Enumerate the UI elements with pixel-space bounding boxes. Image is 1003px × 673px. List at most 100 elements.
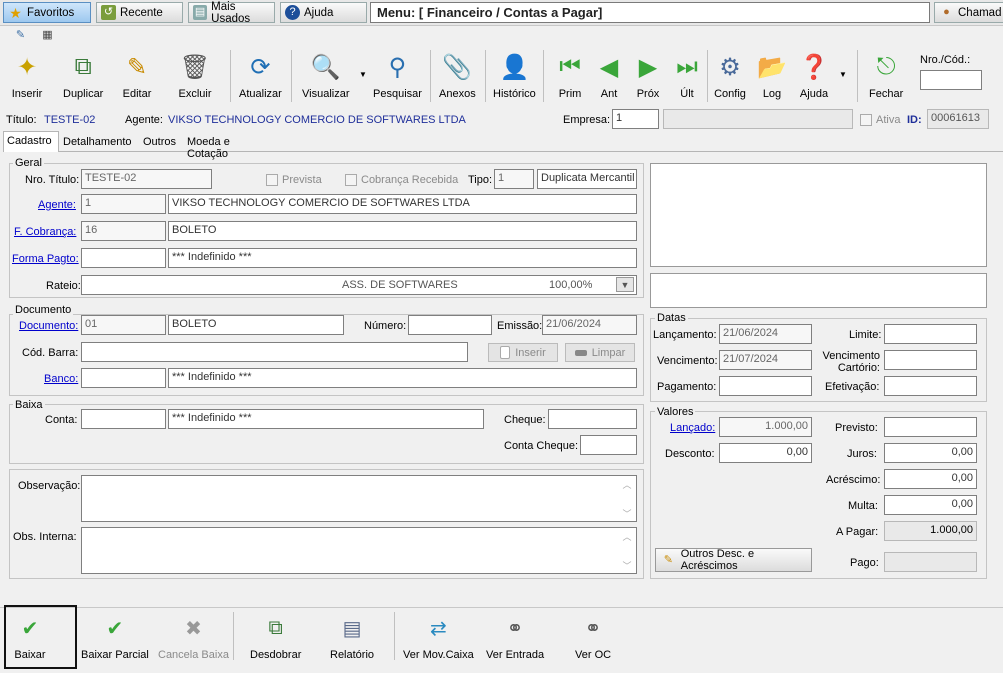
desconto-input[interactable]: 0,00 bbox=[719, 443, 812, 463]
tab-moeda-cotacao[interactable]: Moeda e Cotação bbox=[184, 133, 276, 160]
obs-interna-scrollbar[interactable]: ︿ ﹀ bbox=[619, 530, 635, 572]
anexos-button[interactable]: 📎 Anexos bbox=[439, 50, 476, 101]
tab-outros[interactable]: Outros bbox=[140, 133, 180, 152]
prevista-checkbox[interactable]: Prevista bbox=[266, 174, 322, 187]
favoritos-button[interactable]: ★ Favoritos bbox=[3, 2, 91, 23]
lancado-input[interactable]: 1.000,00 bbox=[719, 417, 812, 437]
chevron-down-icon[interactable]: ▼ bbox=[616, 277, 634, 292]
ativa-checkbox[interactable]: Ativa bbox=[860, 114, 900, 127]
forma-pagto-code-input[interactable] bbox=[81, 248, 166, 268]
log-button[interactable]: 📂 Log bbox=[755, 50, 789, 101]
empresa-code-input[interactable]: 1 bbox=[612, 109, 659, 129]
visualizar-dropdown-icon[interactable]: ▼ bbox=[359, 70, 367, 79]
tipo-label: Tipo: bbox=[468, 174, 493, 186]
toolbar-divider bbox=[543, 50, 544, 102]
venc-cartorio-input[interactable] bbox=[884, 350, 977, 370]
conta-code-input[interactable] bbox=[81, 409, 166, 429]
pagamento-label: Pagamento: bbox=[657, 381, 717, 393]
visualizar-button[interactable]: 🔍 Visualizar bbox=[302, 50, 350, 101]
rateio-select[interactable]: ASS. DE SOFTWARES 100,00% ▼ bbox=[81, 275, 637, 295]
recente-button[interactable]: ↺ Recente bbox=[96, 2, 183, 23]
baixar-parcial-button[interactable]: ✔ Baixar Parcial bbox=[81, 613, 149, 662]
ver-entrada-button[interactable]: ⚭ Ver Entrada bbox=[486, 613, 544, 662]
bottom-divider bbox=[0, 607, 1003, 608]
lancado-link[interactable]: Lançado: bbox=[670, 422, 715, 434]
efetivacao-input[interactable] bbox=[884, 376, 977, 396]
desdobrar-button[interactable]: ⧉ Desdobrar bbox=[250, 613, 301, 662]
chamado-button[interactable]: ● Chamad bbox=[934, 2, 1003, 23]
nro-titulo-input[interactable]: TESTE-02 bbox=[81, 169, 212, 189]
eraser-icon bbox=[574, 349, 587, 356]
checkbox-icon bbox=[345, 174, 357, 187]
emissao-input[interactable]: 21/06/2024 bbox=[542, 315, 637, 335]
editar-button[interactable]: ✎ Editar bbox=[120, 50, 154, 101]
cancela-baixa-button[interactable]: ✖ Cancela Baixa bbox=[158, 613, 229, 662]
ver-mov-caixa-button[interactable]: ⇄ Ver Mov.Caixa bbox=[403, 613, 474, 662]
forma-pagto-link[interactable]: Forma Pagto: bbox=[12, 253, 79, 265]
cheque-input[interactable] bbox=[548, 409, 637, 429]
mais-usados-button[interactable]: ▤ Mais Usados bbox=[188, 1, 275, 25]
observacao-textarea[interactable] bbox=[81, 475, 637, 522]
ant-button[interactable]: ◀ Ant bbox=[592, 50, 626, 101]
agente-code-input[interactable]: 1 bbox=[81, 194, 166, 214]
ult-button[interactable]: ⏭ Últ bbox=[670, 50, 704, 100]
attachment-icon: 📎 bbox=[442, 53, 473, 81]
excluir-button[interactable]: 🗑 Excluir bbox=[178, 50, 212, 101]
tab-cadastro[interactable]: Cadastro bbox=[3, 131, 59, 152]
duplicar-button[interactable]: ⧉ Duplicar bbox=[63, 50, 103, 100]
prim-button[interactable]: ⏮ Prim bbox=[553, 50, 587, 100]
star-icon: ★ bbox=[9, 4, 22, 21]
inserir-barcode-button[interactable]: Inserir bbox=[488, 343, 558, 362]
info-panel bbox=[650, 273, 987, 308]
multa-input[interactable]: 0,00 bbox=[884, 495, 977, 515]
historico-button[interactable]: 👤 Histórico bbox=[493, 50, 536, 101]
acrescimo-input[interactable]: 0,00 bbox=[884, 469, 977, 489]
scroll-down-icon[interactable]: ﹀ bbox=[622, 559, 631, 572]
edit-small-icon[interactable]: ✎ bbox=[13, 28, 28, 43]
vencimento-input[interactable]: 21/07/2024 bbox=[719, 350, 812, 370]
fcobranca-link[interactable]: F. Cobrança: bbox=[14, 226, 76, 238]
relatorio-button[interactable]: ▤ Relatório bbox=[330, 613, 374, 662]
conta-cheque-input[interactable] bbox=[580, 435, 637, 455]
pagamento-input[interactable] bbox=[719, 376, 812, 396]
fcobranca-code-input[interactable]: 16 bbox=[81, 221, 166, 241]
scroll-down-icon[interactable]: ﹀ bbox=[622, 507, 631, 520]
tipo-code-input[interactable]: 1 bbox=[494, 169, 534, 189]
edit-icon: ✎ bbox=[663, 553, 673, 566]
recent-icon: ↺ bbox=[101, 5, 116, 20]
lancamento-input[interactable]: 21/06/2024 bbox=[719, 324, 812, 344]
limite-input[interactable] bbox=[884, 324, 977, 344]
limpar-button[interactable]: Limpar bbox=[565, 343, 635, 362]
atualizar-button[interactable]: ⟳ Atualizar bbox=[239, 50, 282, 101]
calculator-icon[interactable]: ▦ bbox=[40, 28, 55, 43]
cobranca-recebida-checkbox[interactable]: Cobrança Recebida bbox=[345, 174, 458, 187]
scroll-up-icon[interactable]: ︿ bbox=[622, 530, 631, 543]
juros-input[interactable]: 0,00 bbox=[884, 443, 977, 463]
ver-oc-button[interactable]: ⚭ Ver OC bbox=[575, 613, 611, 662]
nro-cod-input[interactable] bbox=[920, 70, 982, 90]
previsto-input[interactable] bbox=[884, 417, 977, 437]
cod-barra-label: Cód. Barra: bbox=[22, 347, 79, 359]
prox-button[interactable]: ▶ Próx bbox=[631, 50, 665, 101]
fechar-button[interactable]: ⎋ Fechar bbox=[869, 50, 903, 100]
obs-interna-textarea[interactable] bbox=[81, 527, 637, 574]
tab-detalhamento[interactable]: Detalhamento bbox=[60, 133, 134, 152]
ajuda-top-button[interactable]: ? Ajuda bbox=[280, 2, 367, 23]
numero-input[interactable] bbox=[408, 315, 492, 335]
baixar-button[interactable]: ✔ Baixar bbox=[14, 613, 46, 662]
cod-barra-input[interactable] bbox=[81, 342, 468, 362]
scroll-up-icon[interactable]: ︿ bbox=[622, 478, 631, 491]
documento-code-input[interactable]: 01 bbox=[81, 315, 166, 335]
banco-link[interactable]: Banco: bbox=[44, 373, 78, 385]
observacao-scrollbar[interactable]: ︿ ﹀ bbox=[619, 478, 635, 520]
config-button[interactable]: ⚙ Config bbox=[713, 50, 747, 101]
ajuda-dropdown-icon[interactable]: ▼ bbox=[839, 70, 847, 79]
ajuda-button[interactable]: ❓ Ajuda bbox=[797, 50, 831, 101]
documento-link[interactable]: Documento: bbox=[19, 320, 78, 332]
inserir-button[interactable]: ✦ Inserir bbox=[10, 50, 44, 101]
pesquisar-button[interactable]: ⚲ Pesquisar bbox=[373, 50, 422, 101]
agente-link[interactable]: Agente: bbox=[38, 199, 76, 211]
outros-desc-acrescimos-button[interactable]: ✎ Outros Desc. e Acréscimos bbox=[655, 548, 812, 572]
most-used-icon: ▤ bbox=[193, 5, 208, 20]
banco-code-input[interactable] bbox=[81, 368, 166, 388]
